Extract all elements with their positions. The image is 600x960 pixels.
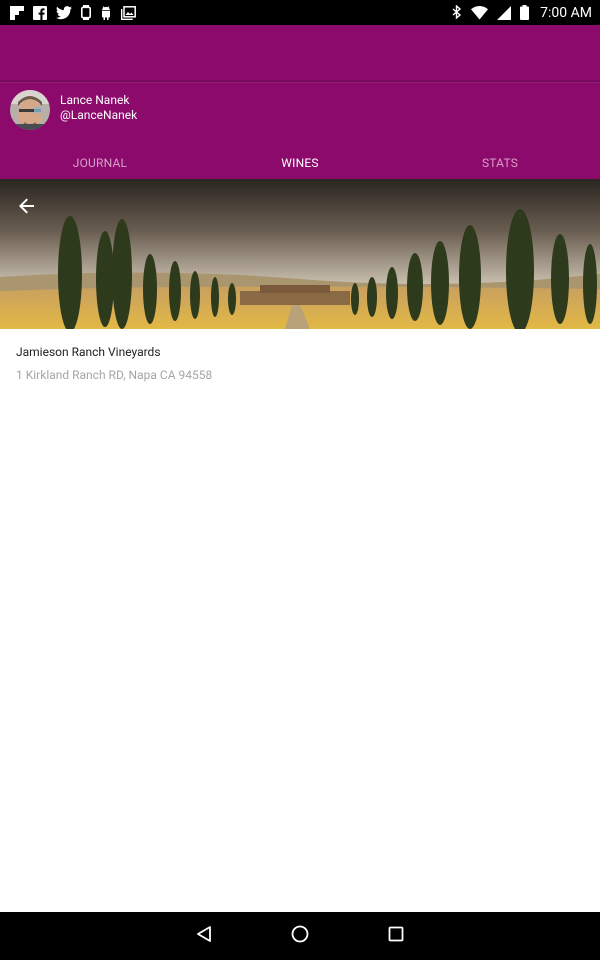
recents-nav-icon xyxy=(388,926,404,946)
status-bar: 7:00 AM xyxy=(0,0,600,25)
android-icon xyxy=(100,5,112,20)
home-nav-icon xyxy=(291,925,309,947)
battery-icon xyxy=(520,5,530,20)
tab-stats[interactable]: STATS xyxy=(400,146,600,179)
tab-wines[interactable]: WINES xyxy=(200,146,400,179)
arrow-left-icon xyxy=(19,198,35,218)
tab-journal[interactable]: JOURNAL xyxy=(0,146,200,179)
twitter-icon xyxy=(56,5,72,20)
watch-icon xyxy=(81,5,91,20)
vineyard-image xyxy=(0,179,600,329)
photo-icon xyxy=(121,5,136,20)
recents-nav-button[interactable] xyxy=(384,924,408,948)
back-nav-button[interactable] xyxy=(192,924,216,948)
facebook-icon xyxy=(33,5,47,20)
bluetooth-icon xyxy=(452,5,462,20)
app-header: Lance Nanek @LanceNanek JOURNAL WINES ST… xyxy=(0,25,600,179)
vineyard-address: 1 Kirkland Ranch RD, Napa CA 94558 xyxy=(16,368,213,382)
tab-bar: JOURNAL WINES STATS xyxy=(0,146,600,179)
header-divider xyxy=(0,80,600,82)
clock: 7:00 AM xyxy=(540,4,592,21)
vineyard-name: Jamieson Ranch Vineyards xyxy=(16,345,161,359)
user-handle: @LanceNanek xyxy=(60,108,138,122)
flipboard-icon xyxy=(10,5,24,20)
signal-icon xyxy=(497,5,512,20)
home-nav-button[interactable] xyxy=(288,924,312,948)
avatar[interactable] xyxy=(10,90,50,130)
user-name: Lance Nanek xyxy=(60,93,130,107)
back-button[interactable] xyxy=(12,193,42,223)
notification-icons xyxy=(10,5,136,20)
system-icons: 7:00 AM xyxy=(452,5,592,21)
back-nav-icon xyxy=(195,925,213,947)
wifi-icon xyxy=(471,5,489,20)
navigation-bar xyxy=(0,912,600,960)
